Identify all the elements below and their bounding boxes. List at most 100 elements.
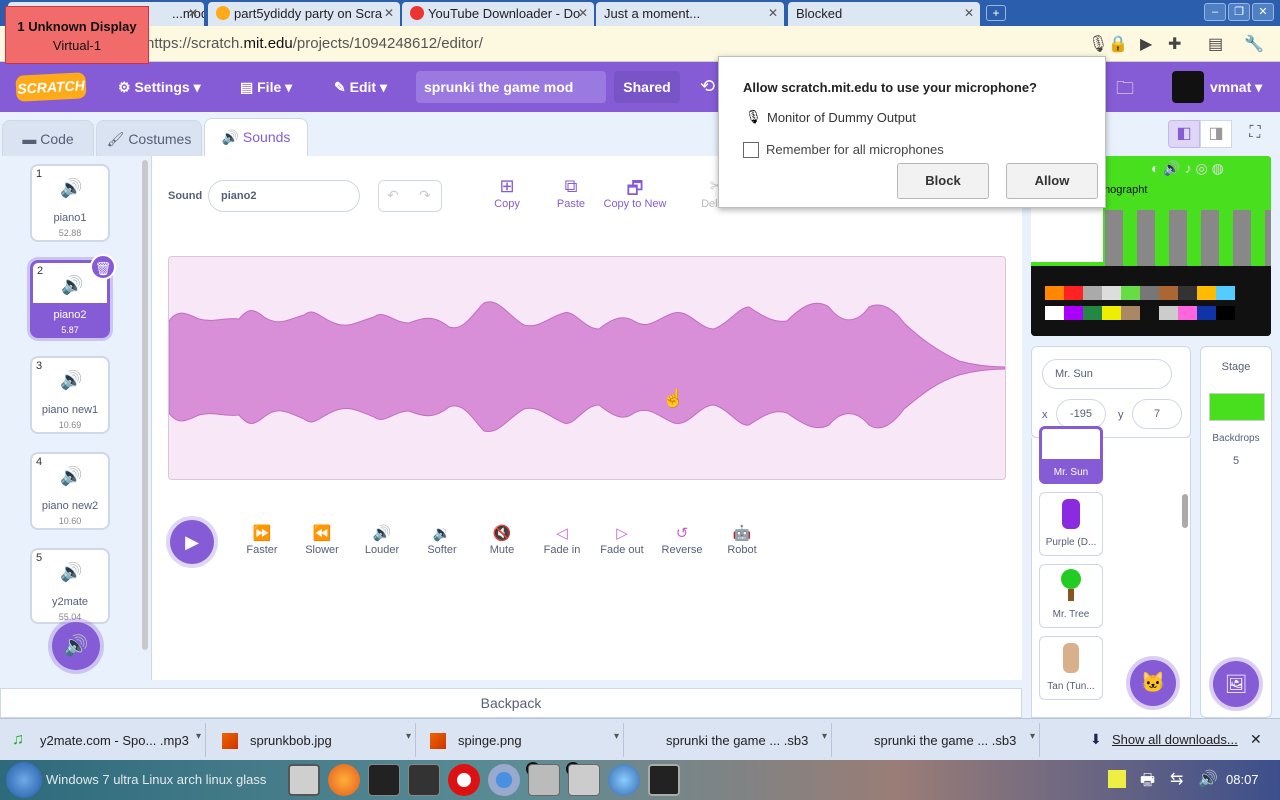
effect-fade-out-button[interactable]: ▷ Fade out [592,524,652,556]
close-tab-icon[interactable]: ✕ [768,6,778,20]
tab-code[interactable]: ▬ Code [2,120,94,156]
network-icon[interactable] [608,764,640,796]
firefox-icon[interactable] [328,764,360,796]
chevron-down-icon[interactable]: ▾ [1030,731,1035,742]
copy-button[interactable]: ⊞ Copy [482,176,532,210]
sprite-list-scrollbar[interactable] [1182,494,1188,528]
archive-icon[interactable] [568,764,600,796]
files-icon[interactable] [528,764,560,796]
delete-sound-icon[interactable]: 🗑 [90,254,116,280]
lock-icon[interactable]: 🔒 [1108,34,1128,54]
sprite-item[interactable]: Purple (D... [1039,492,1103,556]
large-stage-button[interactable]: ◨ [1200,120,1232,148]
x-input[interactable]: -195 [1056,399,1106,429]
block-button[interactable]: Block [897,163,989,199]
volume-icon[interactable]: 🔊 [1198,769,1218,789]
wrench-icon[interactable]: 🔧 [1244,34,1264,54]
fullscreen-icon[interactable]: ⛶ [1240,120,1270,148]
sound-item[interactable]: 4 🔊 piano new2 10.60 [30,452,110,530]
small-stage-button[interactable]: ◧ [1168,120,1200,148]
close-downloads-icon[interactable]: ✕ [1250,731,1262,748]
tab-costumes[interactable]: 🖌 Costumes [96,120,202,156]
shared-button[interactable]: Shared [614,71,680,103]
show-all-downloads-link[interactable]: Show all downloads... [1112,732,1238,747]
close-window-button[interactable]: ✕ [1252,3,1274,21]
sprite-name-input[interactable]: Mr. Sun [1042,359,1172,389]
browser-tab-3[interactable]: YouTube Downloader - Do ✕ [402,2,594,26]
notes-icon[interactable] [1108,770,1126,788]
printer-icon[interactable]: 🖶 [1140,769,1155,796]
add-sprite-button[interactable]: 🐱 [1130,660,1176,706]
browser-tab-2[interactable]: part5ydiddy party on Scra ✕ [208,2,400,26]
remix-icon[interactable]: ⟲ [700,76,715,97]
download-item[interactable]: spinge.png ▾ [418,723,624,757]
clock[interactable]: 08:07 [1226,772,1259,787]
sprite-item[interactable]: Tan (Tun... [1039,636,1103,700]
chevron-down-icon[interactable]: ▾ [406,731,411,742]
y-input[interactable]: 7 [1132,399,1182,429]
minimize-button[interactable]: – [1204,3,1226,21]
sound-item[interactable]: 1 🔊 piano1 52.88 [30,164,110,242]
file-menu[interactable]: ▤ File ▾ [240,79,292,96]
new-tab-button[interactable]: + [986,5,1006,21]
effect-mute-button[interactable]: 🔇 Mute [472,524,532,556]
chevron-down-icon[interactable]: ▾ [614,731,619,742]
download-item[interactable]: sprunkbob.jpg ▾ [210,723,416,757]
waveform-display[interactable] [168,256,1006,480]
download-item[interactable]: sprunki the game ... .sb3 ▾ [626,723,832,757]
username-menu[interactable]: vmnat ▾ [1210,79,1262,96]
extensions-icon[interactable]: ✚ [1168,34,1181,54]
network-status-icon[interactable]: ⇆ [1170,769,1183,789]
redo-icon[interactable]: ↷ [419,187,431,204]
microphone-icon[interactable]: 🎙 [1088,34,1108,54]
sound-item[interactable]: 3 🔊 piano new1 10.69 [30,356,110,434]
url-field[interactable]: https://scratch.mit.edu/projects/1094248… [146,35,483,52]
add-backdrop-button[interactable]: 🖼 [1213,661,1259,707]
folder-icon[interactable]: 🗀 [1116,76,1134,106]
monitor-icon[interactable] [648,764,680,796]
close-tab-icon[interactable]: ✕ [384,6,394,20]
close-tab-icon[interactable]: ✕ [578,6,588,20]
effect-softer-button[interactable]: 🔉 Softer [412,524,472,556]
close-tab-icon[interactable]: ✕ [964,6,974,20]
terminal-icon[interactable] [408,764,440,796]
allow-button[interactable]: Allow [1006,163,1098,199]
chromium-icon[interactable] [488,764,520,796]
chevron-down-icon[interactable]: ▾ [822,731,827,742]
sound-name-input[interactable]: piano2 [208,180,360,212]
stage-panel[interactable]: Stage Backdrops 5 🖼 [1200,346,1272,718]
backpack[interactable]: Backpack [0,688,1022,718]
download-item[interactable]: ♫ y2mate.com - Spo... .mp3 ▾ [0,723,206,757]
terminal-icon[interactable] [368,764,400,796]
sound-item[interactable]: 5 🔊 y2mate 55.04 [30,548,110,624]
sprite-item-selected[interactable]: Mr. Sun [1039,426,1103,484]
effect-louder-button[interactable]: 🔊 Louder [352,524,412,556]
effect-slower-button[interactable]: ⏪ Slower [292,524,352,556]
avatar[interactable] [1172,71,1204,103]
browser-tab-5[interactable]: Blocked ✕ [788,2,980,26]
project-title-input[interactable]: sprunki the game mod [416,71,606,103]
effect-reverse-button[interactable]: ↺ Reverse [652,524,712,556]
effect-faster-button[interactable]: ⏩ Faster [232,524,292,556]
scratch-logo[interactable]: SCRATCH [15,72,87,102]
paste-button[interactable]: ⧉ Paste [546,176,596,210]
copy-to-new-button[interactable]: 🗗 Copy to New [602,176,668,210]
effect-robot-button[interactable]: 🤖 Robot [712,524,772,556]
remember-checkbox[interactable] [743,142,759,158]
browser-tab-4[interactable]: Just a moment... ✕ [596,2,784,26]
undo-icon[interactable]: ↶ [387,187,399,204]
settings-menu[interactable]: ⚙ Settings ▾ [118,79,201,96]
page-icon[interactable]: ▤ [1208,34,1223,54]
sound-list-scrollbar[interactable] [142,160,148,650]
add-sound-button[interactable]: 🔊 [52,622,100,670]
play-sound-button[interactable]: ▶ [170,520,214,564]
effect-fade-in-button[interactable]: ◁ Fade in [532,524,592,556]
start-button[interactable] [6,762,42,798]
maximize-button[interactable]: ❐ [1228,3,1250,21]
file-manager-icon[interactable] [288,764,320,796]
edit-menu[interactable]: ✎ Edit ▾ [334,79,387,96]
download-item[interactable]: sprunki the game ... .sb3 ▾ [834,723,1040,757]
opera-icon[interactable] [448,764,480,796]
play-icon[interactable]: ▶ [1140,34,1152,54]
chevron-down-icon[interactable]: ▾ [196,731,201,742]
